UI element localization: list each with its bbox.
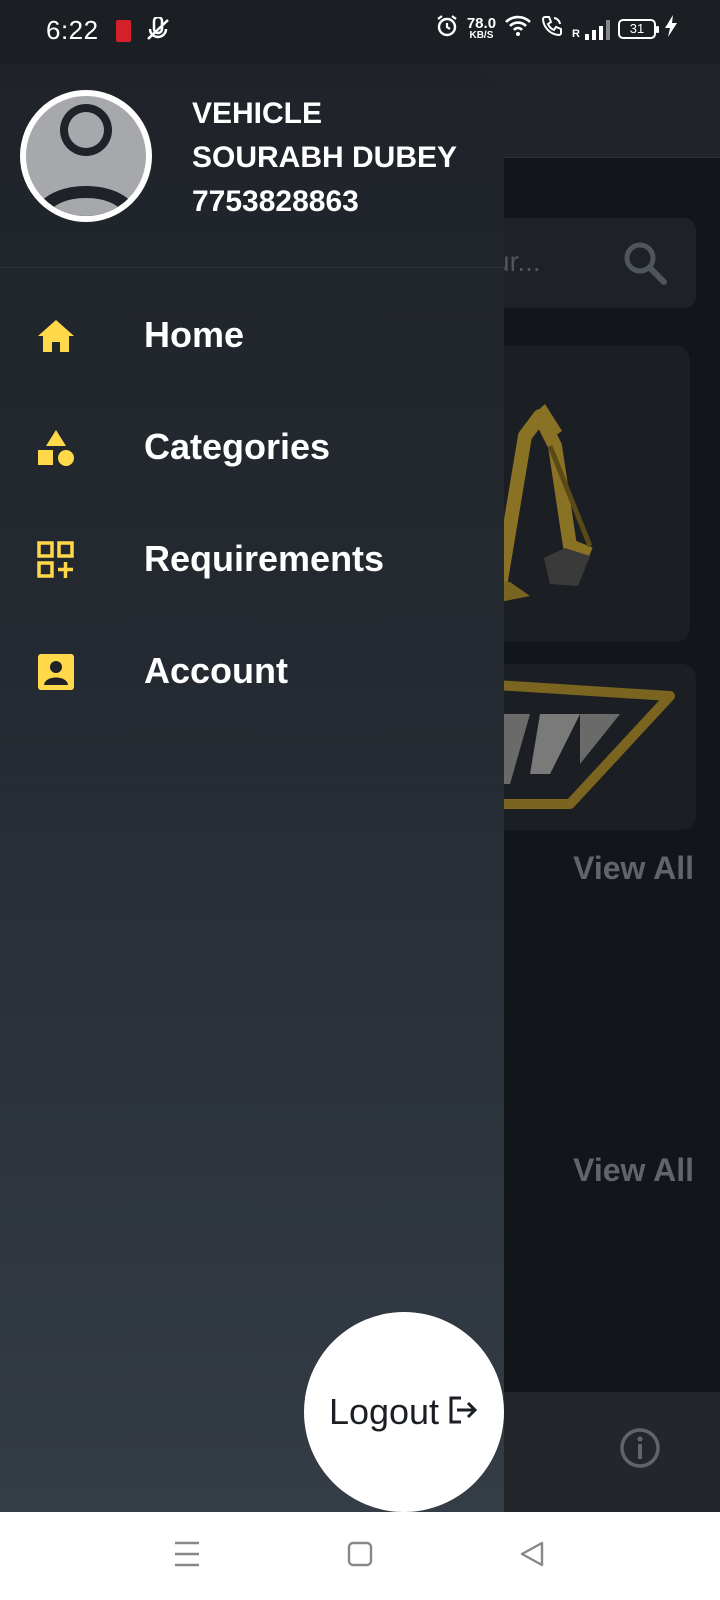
profile-type: VEHICLE: [192, 97, 323, 130]
requirements-icon: [36, 540, 76, 580]
battery-level: 31: [629, 21, 645, 36]
net-speed: 78.0 KB/S: [467, 16, 496, 41]
search-icon: [622, 240, 668, 291]
menu-item-account[interactable]: Account: [0, 616, 504, 728]
system-navigation-bar: [0, 1512, 720, 1600]
status-time: 6:22: [46, 15, 99, 45]
home-icon: [36, 316, 76, 356]
net-speed-unit: KB/S: [469, 30, 494, 41]
avatar[interactable]: [20, 90, 152, 222]
logout-label: Logout: [328, 1391, 440, 1432]
battery-icon: 31: [618, 18, 659, 39]
navigation-drawer: VEHICLE SOURABH DUBEY 7753828863 Home Ca…: [0, 64, 504, 1512]
menu-item-home[interactable]: Home: [0, 280, 504, 392]
menu-item-requirements[interactable]: Requirements: [0, 504, 504, 616]
status-bar: 6:22 78.0 KB/S R 31: [0, 0, 720, 64]
signal-roaming-label: R: [572, 27, 580, 40]
signal-icon: R: [572, 18, 610, 40]
account-icon: [36, 652, 76, 692]
menu-item-label: Home: [144, 314, 245, 355]
home-nav-icon[interactable]: [347, 1540, 373, 1573]
categories-icon: [36, 428, 76, 468]
user-avatar-icon: [34, 104, 138, 216]
profile-header: VEHICLE SOURABH DUBEY 7753828863: [0, 64, 504, 268]
charging-icon: [664, 14, 678, 43]
profile-info: VEHICLE SOURABH DUBEY 7753828863: [192, 92, 457, 224]
view-all-link: View All: [573, 850, 694, 886]
menu-divider: [0, 776, 504, 777]
back-nav-icon[interactable]: [519, 1540, 545, 1573]
menu-item-label: Categories: [144, 426, 331, 467]
net-speed-value: 78.0: [466, 15, 497, 32]
profile-phone: 7753828863: [192, 185, 359, 218]
wifi-call-icon: [540, 14, 564, 43]
menu-item-label: Requirements: [144, 538, 385, 579]
menu-item-label: Account: [144, 650, 288, 691]
view-all-link: View All: [573, 1152, 694, 1188]
alarm-icon: [435, 14, 459, 43]
drawer-menu: Home Categories Requirements Account: [0, 280, 504, 728]
logout-button[interactable]: Logout: [304, 1312, 504, 1512]
profile-name: SOURABH DUBEY: [192, 141, 458, 174]
wifi-icon: [504, 14, 532, 43]
info-icon: [618, 1426, 662, 1475]
red-app-icon: [116, 20, 131, 42]
logout-icon: [447, 1394, 479, 1431]
menu-nav-icon[interactable]: [174, 1540, 200, 1573]
mute-mic-icon: [145, 15, 171, 48]
menu-item-categories[interactable]: Categories: [0, 392, 504, 504]
